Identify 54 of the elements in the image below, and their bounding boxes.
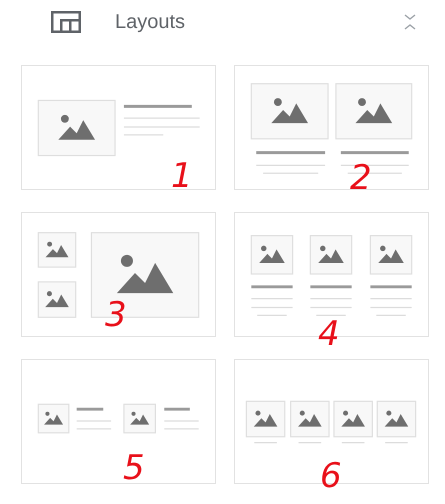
text-line-placeholder: [298, 442, 322, 444]
text-line-placeholder: [310, 298, 352, 300]
image-placeholder: [290, 400, 330, 438]
text-line-placeholder: [316, 314, 346, 316]
text-line-placeholder: [370, 298, 412, 300]
text-line-placeholder: [385, 442, 408, 444]
image-placeholder: [38, 404, 70, 434]
text-line-placeholder: [340, 164, 409, 166]
text-line-placeholder: [76, 428, 112, 430]
text-line-placeholder: [251, 285, 293, 288]
text-line-placeholder: [310, 306, 352, 308]
text-line-placeholder: [263, 172, 318, 174]
text-line-placeholder: [348, 172, 402, 174]
image-placeholder: [376, 400, 416, 438]
image-placeholder: [370, 235, 412, 275]
text-line-placeholder: [256, 164, 326, 166]
text-line-placeholder: [76, 408, 104, 411]
image-placeholder: [38, 232, 76, 268]
text-line-placeholder: [251, 298, 293, 300]
image-placeholder: [333, 400, 373, 438]
handwritten-number: 2: [350, 161, 372, 195]
layout-card[interactable]: [21, 212, 216, 337]
layout-card[interactable]: [234, 65, 429, 190]
text-line-placeholder: [251, 306, 293, 308]
text-line-placeholder: [124, 104, 192, 108]
image-placeholder: [123, 404, 156, 434]
image-placeholder: [38, 281, 76, 318]
text-line-placeholder: [342, 442, 364, 444]
text-line-placeholder: [257, 314, 287, 316]
text-line-placeholder: [124, 134, 164, 136]
text-line-placeholder: [76, 420, 112, 422]
handwritten-number: 6: [320, 459, 342, 493]
text-line-placeholder: [370, 306, 412, 308]
layout-icon: [51, 11, 81, 33]
handwritten-number: 5: [123, 451, 145, 485]
handwritten-number: 1: [171, 159, 193, 193]
text-line-placeholder: [164, 408, 190, 411]
text-line-placeholder: [254, 442, 277, 444]
text-line-placeholder: [376, 314, 406, 316]
image-placeholder: [250, 235, 294, 275]
collapse-icon[interactable]: [404, 14, 416, 30]
panel-title: Layouts: [115, 10, 186, 34]
text-line-placeholder: [340, 151, 409, 154]
handwritten-number: 4: [318, 317, 340, 351]
handwritten-number: 3: [105, 298, 127, 332]
text-line-placeholder: [164, 420, 199, 422]
text-line-placeholder: [310, 285, 352, 288]
layout-card[interactable]: [21, 65, 216, 190]
image-placeholder: [246, 400, 286, 438]
layout-card[interactable]: [21, 359, 216, 484]
image-placeholder: [310, 235, 352, 275]
text-line-placeholder: [164, 428, 199, 430]
text-line-placeholder: [370, 285, 412, 288]
text-line-placeholder: [256, 151, 326, 154]
